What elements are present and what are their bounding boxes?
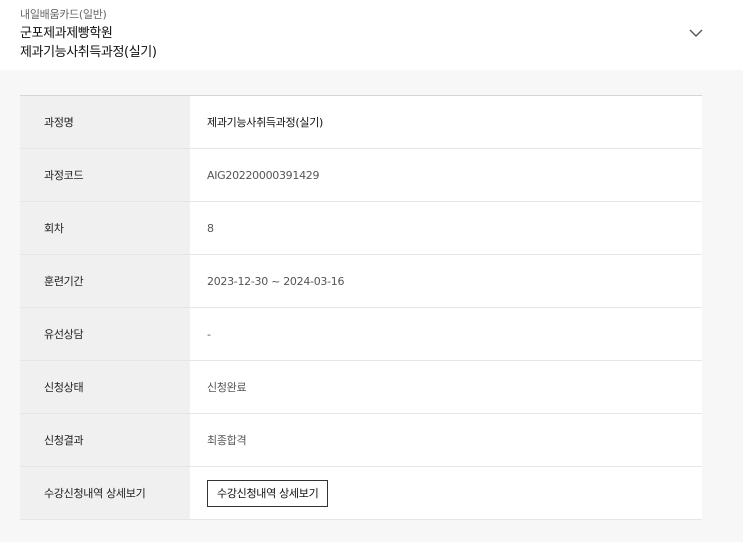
session-label: 회차 [20,202,190,254]
table-row-application-status: 신청상태 신청완료 [20,361,702,414]
academy-name: 군포제과제빵학원 [20,26,113,41]
enrollment-history-cell: 수강신청내역 상세보기 [190,467,702,519]
course-code-label: 과정코드 [20,149,190,201]
session-value: 8 [207,221,214,235]
phone-consult-value: - [207,327,211,341]
table-row-course-name: 과정명 제과기능사취득과정(실기) [20,96,702,149]
enrollment-history-button[interactable]: 수강신청내역 상세보기 [207,479,329,507]
table-row-session: 회차 8 [20,202,702,255]
course-code-value: AIG20220000391429 [207,168,320,182]
course-name-label: 과정명 [20,96,190,148]
application-status-label: 신청상태 [20,361,190,413]
table-row-enrollment-history: 수강신청내역 상세보기 수강신청내역 상세보기 [20,467,702,520]
table-row-course-code: 과정코드 AIG20220000391429 [20,149,702,202]
table-row-application-result: 신청결과 최종합격 [20,414,702,467]
table-row-phone-consult: 유선상담 - [20,308,702,361]
training-period-value: 2023-12-30 ~ 2024-03-16 [207,274,345,288]
course-name-value: 제과기능사취득과정(실기) [207,116,324,129]
card-type-label: 내일배움카드(일반) [20,8,107,21]
course-detail-table: 과정명 제과기능사취득과정(실기) 과정코드 AIG20220000391429… [20,95,702,520]
course-summary-header[interactable]: 내일배움카드(일반) 군포제과제빵학원 제과기능사취득과정(실기) [0,0,743,70]
phone-consult-label: 유선상담 [20,308,190,360]
course-title: 제과기능사취득과정(실기) [20,45,157,60]
application-result-value: 최종합격 [207,434,247,447]
enrollment-history-label: 수강신청내역 상세보기 [20,467,190,519]
chevron-down-icon[interactable] [688,27,704,39]
training-period-label: 훈련기간 [20,255,190,307]
application-status-value: 신청완료 [207,381,247,394]
table-row-training-period: 훈련기간 2023-12-30 ~ 2024-03-16 [20,255,702,308]
application-result-label: 신청결과 [20,414,190,466]
